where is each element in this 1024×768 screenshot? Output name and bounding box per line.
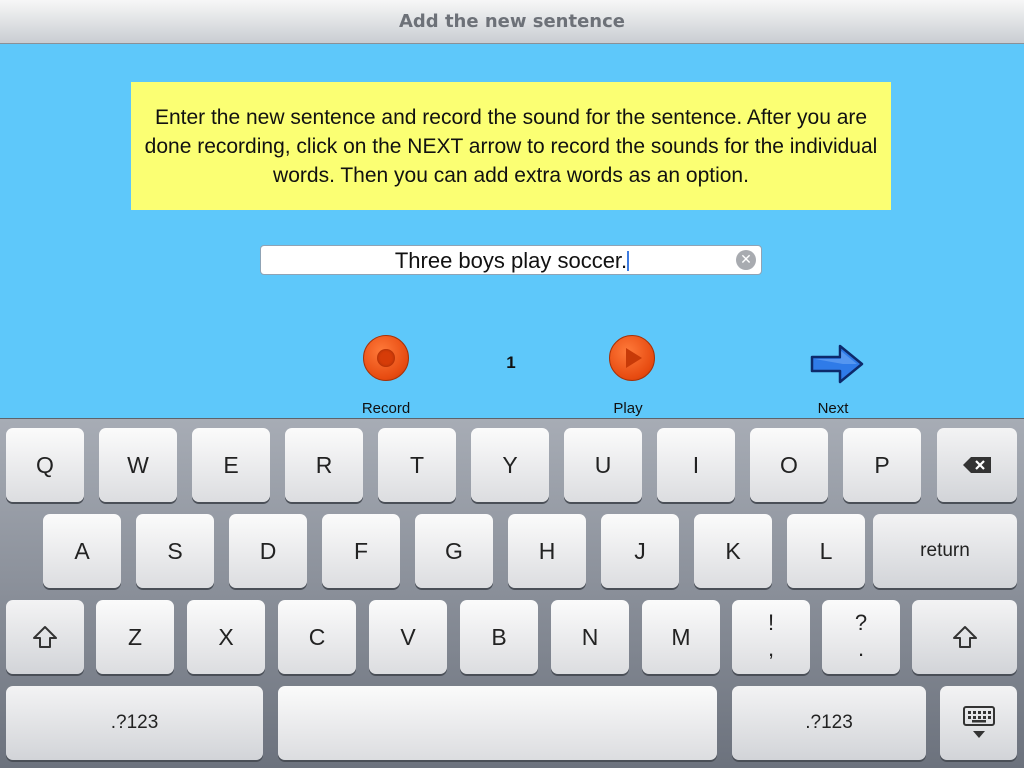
key-b[interactable]: B — [460, 600, 538, 674]
shift-key-right[interactable] — [912, 600, 1017, 674]
shift-icon — [33, 626, 57, 648]
key-u[interactable]: U — [564, 428, 642, 502]
key-m[interactable]: M — [642, 600, 720, 674]
instructions-box: Enter the new sentence and record the so… — [131, 82, 891, 210]
key-n[interactable]: N — [551, 600, 629, 674]
shift-icon — [952, 626, 977, 648]
key-exclamation-comma[interactable]: ! , — [732, 600, 810, 674]
clear-icon[interactable]: ✕ — [736, 250, 756, 270]
record-button[interactable] — [363, 335, 409, 381]
sentence-input-value: Three boys play soccer. — [394, 248, 628, 273]
record-icon — [377, 349, 395, 367]
key-question-top: ? — [854, 610, 868, 635]
key-f[interactable]: F — [322, 514, 400, 588]
backspace-key[interactable] — [937, 428, 1017, 502]
key-w[interactable]: W — [99, 428, 177, 502]
play-icon — [626, 348, 642, 368]
key-x[interactable]: X — [187, 600, 265, 674]
return-key[interactable]: return — [873, 514, 1017, 588]
key-p[interactable]: P — [843, 428, 921, 502]
play-button[interactable] — [609, 335, 655, 381]
key-t[interactable]: T — [378, 428, 456, 502]
onscreen-keyboard: Q W E R T Y U I O P A S D F G H J K L re… — [0, 418, 1024, 768]
key-r[interactable]: R — [285, 428, 363, 502]
key-i[interactable]: I — [657, 428, 735, 502]
keyboard-dismiss-icon — [962, 706, 995, 738]
next-label: Next — [817, 400, 849, 417]
key-l[interactable]: L — [787, 514, 865, 588]
key-e[interactable]: E — [192, 428, 270, 502]
record-label: Record — [361, 400, 411, 417]
key-z[interactable]: Z — [96, 600, 174, 674]
key-d[interactable]: D — [229, 514, 307, 588]
key-question-period[interactable]: ? . — [822, 600, 900, 674]
next-button[interactable] — [810, 344, 864, 389]
key-v[interactable]: V — [369, 600, 447, 674]
key-period-bottom: . — [857, 636, 865, 661]
key-y[interactable]: Y — [471, 428, 549, 502]
hide-keyboard-key[interactable] — [940, 686, 1017, 760]
key-q[interactable]: Q — [6, 428, 84, 502]
navigation-bar: Add the new sentence — [0, 0, 1024, 44]
main-content: Enter the new sentence and record the so… — [0, 44, 1024, 418]
key-a[interactable]: A — [43, 514, 121, 588]
text-cursor — [627, 251, 629, 271]
numbers-key-right[interactable]: .?123 — [732, 686, 926, 760]
key-exclamation-top: ! — [767, 610, 775, 635]
key-s[interactable]: S — [136, 514, 214, 588]
key-k[interactable]: K — [694, 514, 772, 588]
space-bar[interactable] — [278, 686, 717, 760]
recording-counter: 1 — [506, 353, 516, 372]
key-h[interactable]: H — [508, 514, 586, 588]
sentence-input[interactable]: Three boys play soccer. — [260, 245, 762, 275]
numbers-key-left[interactable]: .?123 — [6, 686, 263, 760]
arrow-right-icon — [810, 344, 864, 384]
shift-key-left[interactable] — [6, 600, 84, 674]
play-label: Play — [613, 400, 643, 417]
key-g[interactable]: G — [415, 514, 493, 588]
page-title: Add the new sentence — [398, 11, 626, 32]
key-o[interactable]: O — [750, 428, 828, 502]
key-c[interactable]: C — [278, 600, 356, 674]
key-comma-bottom: , — [767, 636, 775, 661]
key-j[interactable]: J — [601, 514, 679, 588]
backspace-icon — [963, 457, 991, 473]
